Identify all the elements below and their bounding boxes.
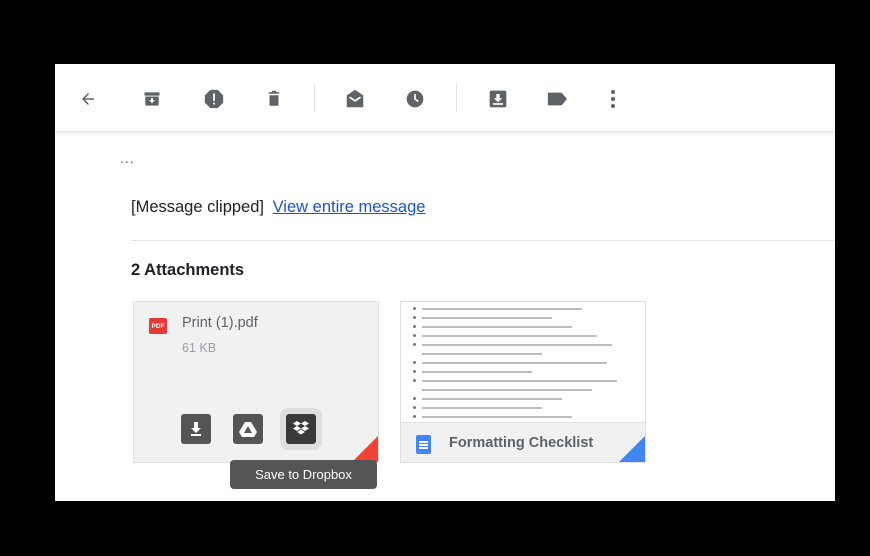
mark-unread-button[interactable] (340, 84, 370, 114)
attachment-filename: Formatting Checklist (449, 435, 594, 451)
archive-button[interactable] (137, 84, 167, 114)
email-view-panel: ... [Message clipped] View entire messag… (55, 64, 835, 501)
trimmed-content-ellipsis[interactable]: ... (120, 150, 135, 166)
report-spam-icon (204, 89, 224, 109)
google-docs-icon (416, 435, 431, 454)
attachment-filename: Print (1).pdf (182, 315, 258, 331)
message-toolbar (55, 64, 835, 132)
mark-unread-icon (346, 89, 364, 108)
document-preview-thumbnail (413, 302, 639, 422)
download-icon (191, 422, 201, 436)
section-divider (131, 240, 835, 241)
attachment-footer: Formatting Checklist (401, 422, 645, 462)
snooze-icon (406, 90, 424, 108)
attachments-heading: 2 Attachments (131, 261, 245, 279)
move-to-button[interactable] (483, 84, 513, 114)
toolbar-separator (456, 84, 457, 112)
pdf-fold-corner (352, 436, 378, 462)
back-button[interactable] (73, 84, 103, 114)
snooze-button[interactable] (400, 84, 430, 114)
move-to-icon (489, 90, 507, 108)
attachment-card-pdf[interactable]: PDF Print (1).pdf 61 KB (133, 301, 379, 463)
dropbox-icon (293, 421, 309, 435)
attachment-card-doc[interactable]: Formatting Checklist (400, 301, 646, 463)
drive-icon (239, 422, 257, 437)
toolbar-separator (314, 84, 315, 112)
message-clipped-notice: [Message clipped] View entire message (131, 198, 425, 217)
download-button[interactable] (181, 414, 211, 444)
label-icon (547, 92, 568, 106)
more-options-button[interactable] (598, 84, 628, 114)
save-to-drive-button[interactable] (233, 414, 263, 444)
view-entire-message-link[interactable]: View entire message (273, 198, 426, 216)
more-options-icon (611, 90, 615, 108)
save-to-dropbox-button[interactable] (286, 414, 316, 444)
save-to-dropbox-tooltip: Save to Dropbox (230, 460, 377, 489)
back-arrow-icon (82, 93, 94, 105)
doc-fold-corner (619, 436, 645, 462)
delete-icon (268, 90, 280, 106)
report-spam-button[interactable] (199, 84, 229, 114)
pdf-file-icon: PDF (149, 318, 167, 334)
label-button[interactable] (542, 84, 572, 114)
attachment-filesize: 61 KB (182, 341, 217, 355)
delete-button[interactable] (259, 84, 289, 114)
archive-icon (144, 92, 160, 106)
message-clipped-text: [Message clipped] (131, 198, 264, 216)
